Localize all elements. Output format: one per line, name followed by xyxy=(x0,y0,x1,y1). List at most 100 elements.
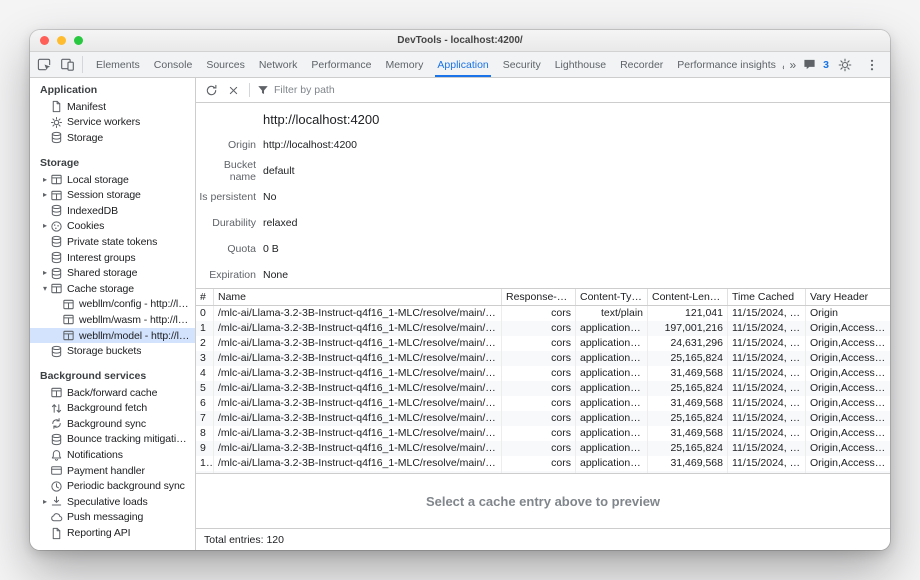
chevron-right-icon[interactable]: ▸ xyxy=(40,498,50,506)
cache-storage-panel: http://localhost:4200 Originhttp://local… xyxy=(196,78,890,550)
column-header-content-type[interactable]: Content-Type xyxy=(576,289,648,305)
inspect-element-icon[interactable] xyxy=(33,55,55,75)
sidebar-item-bounce-tracking-mitigations[interactable]: Bounce tracking mitigations xyxy=(30,432,195,448)
chevron-down-icon[interactable]: ▾ xyxy=(40,285,50,293)
column-header-[interactable]: # xyxy=(196,289,214,305)
table-row[interactable]: 1/mlc-ai/Llama-3.2-3B-Instruct-q4f16_1-M… xyxy=(196,321,890,336)
settings-gear-icon[interactable] xyxy=(834,55,856,75)
kebab-menu-icon[interactable] xyxy=(861,55,883,75)
sidebar-item-webllm-model-http-loc[interactable]: webllm/model - http://loc… xyxy=(30,328,195,344)
sidebar-item-cache-storage[interactable]: ▾ Cache storage xyxy=(30,281,195,297)
delete-selected-icon[interactable] xyxy=(223,80,243,100)
meta-value: None xyxy=(263,269,288,281)
cell-: 8 xyxy=(196,426,214,441)
tab-label: Performance insights xyxy=(677,59,776,71)
chevron-right-icon[interactable]: ▸ xyxy=(40,176,50,184)
cell-name: /mlc-ai/Llama-3.2-3B-Instruct-q4f16_1-ML… xyxy=(214,441,502,456)
sidebar-item-private-state-tokens[interactable]: Private state tokens xyxy=(30,234,195,250)
cell-content-type: application/oc… xyxy=(576,321,648,336)
refresh-icon[interactable] xyxy=(201,80,221,100)
tab-elements[interactable]: Elements xyxy=(89,52,147,77)
filter-control xyxy=(256,80,404,100)
sidebar-item-cookies[interactable]: ▸Cookies xyxy=(30,219,195,235)
card-icon xyxy=(50,464,63,477)
tab-performance[interactable]: Performance xyxy=(304,52,378,77)
cell-content-length: 25,165,824 xyxy=(648,441,728,456)
table-row[interactable]: 3/mlc-ai/Llama-3.2-3B-Instruct-q4f16_1-M… xyxy=(196,351,890,366)
table-row[interactable]: 2/mlc-ai/Llama-3.2-3B-Instruct-q4f16_1-M… xyxy=(196,336,890,351)
tab-performance-insights[interactable]: Performance insights xyxy=(670,52,784,77)
window-titlebar[interactable]: DevTools - localhost:4200/ xyxy=(30,30,890,52)
table-row[interactable]: 0/mlc-ai/Llama-3.2-3B-Instruct-q4f16_1-M… xyxy=(196,306,890,321)
sidebar-item-payment-handler[interactable]: Payment handler xyxy=(30,463,195,479)
sidebar-item-label: Cache storage xyxy=(67,283,134,295)
sidebar-item-notifications[interactable]: Notifications xyxy=(30,447,195,463)
device-toolbar-icon[interactable] xyxy=(56,55,78,75)
tab-label: Memory xyxy=(385,59,423,71)
table-row[interactable]: 10/mlc-ai/Llama-3.2-3B-Instruct-q4f16_1-… xyxy=(196,456,890,471)
tab-security[interactable]: Security xyxy=(496,52,548,77)
chevron-right-icon[interactable]: ▸ xyxy=(40,191,50,199)
tab-memory[interactable]: Memory xyxy=(378,52,430,77)
column-header-response-type[interactable]: Response-Type xyxy=(502,289,576,305)
sidebar-item-storage[interactable]: Storage xyxy=(30,130,195,146)
tab-console[interactable]: Console xyxy=(147,52,200,77)
tab-label: Application xyxy=(437,59,488,71)
table-row[interactable]: 8/mlc-ai/Llama-3.2-3B-Instruct-q4f16_1-M… xyxy=(196,426,890,441)
sidebar-item-local-storage[interactable]: ▸Local storage xyxy=(30,172,195,188)
sidebar-item-webllm-wasm-http-loca[interactable]: webllm/wasm - http://loca… xyxy=(30,312,195,328)
zoom-button[interactable] xyxy=(74,36,83,45)
minimize-button[interactable] xyxy=(57,36,66,45)
sidebar-item-manifest[interactable]: Manifest xyxy=(30,99,195,115)
status-bar: Total entries: 120 xyxy=(196,528,890,550)
updown-icon xyxy=(50,402,63,415)
sidebar-item-speculative-loads[interactable]: ▸Speculative loads xyxy=(30,494,195,510)
more-tabs-button[interactable]: » xyxy=(787,58,798,72)
table-row[interactable]: 7/mlc-ai/Llama-3.2-3B-Instruct-q4f16_1-M… xyxy=(196,411,890,426)
sidebar-item-label: webllm/wasm - http://loca… xyxy=(79,314,192,326)
sidebar-item-session-storage[interactable]: ▸Session storage xyxy=(30,187,195,203)
sidebar-item-service-workers[interactable]: Service workers xyxy=(30,115,195,131)
table-body: 0/mlc-ai/Llama-3.2-3B-Instruct-q4f16_1-M… xyxy=(196,306,890,474)
sidebar-item-background-fetch[interactable]: Background fetch xyxy=(30,401,195,417)
table-row[interactable]: 6/mlc-ai/Llama-3.2-3B-Instruct-q4f16_1-M… xyxy=(196,396,890,411)
table-row[interactable]: 5/mlc-ai/Llama-3.2-3B-Instruct-q4f16_1-M… xyxy=(196,381,890,396)
column-header-name[interactable]: Name xyxy=(214,289,502,305)
toolbar-divider xyxy=(249,83,250,97)
table-icon xyxy=(50,386,63,399)
sidebar-item-push-messaging[interactable]: Push messaging xyxy=(30,510,195,526)
cell-response-type: cors xyxy=(502,321,576,336)
sidebar-item-periodic-background-sync[interactable]: Periodic background sync xyxy=(30,478,195,494)
sidebar-item-label: Reporting API xyxy=(67,527,131,539)
tab-recorder[interactable]: Recorder xyxy=(613,52,670,77)
sidebar-item-label: Notifications xyxy=(67,449,123,461)
sidebar-item-shared-storage[interactable]: ▸Shared storage xyxy=(30,265,195,281)
cell-time-cached: 11/15/2024, 10… xyxy=(728,381,806,396)
column-header-vary-header[interactable]: Vary Header xyxy=(806,289,890,305)
filter-by-path-input[interactable] xyxy=(274,84,404,96)
tab-network[interactable]: Network xyxy=(252,52,305,77)
column-header-time-cached[interactable]: Time Cached xyxy=(728,289,806,305)
sidebar-item-label: Service workers xyxy=(67,116,140,128)
cell-vary-header: Origin,Access… xyxy=(806,336,890,351)
chevron-right-icon[interactable]: ▸ xyxy=(40,222,50,230)
table-row[interactable]: 4/mlc-ai/Llama-3.2-3B-Instruct-q4f16_1-M… xyxy=(196,366,890,381)
sidebar-item-reporting-api[interactable]: Reporting API xyxy=(30,525,195,541)
origin-title: http://localhost:4200 xyxy=(196,103,890,132)
sidebar-item-back-forward-cache[interactable]: Back/forward cache xyxy=(30,385,195,401)
tab-application[interactable]: Application xyxy=(430,52,495,77)
sidebar-item-storage-buckets[interactable]: Storage buckets xyxy=(30,343,195,359)
cell-vary-header: Origin,Access… xyxy=(806,321,890,336)
sidebar-item-background-sync[interactable]: Background sync xyxy=(30,416,195,432)
chevron-right-icon[interactable]: ▸ xyxy=(40,269,50,277)
close-button[interactable] xyxy=(40,36,49,45)
tab-lighthouse[interactable]: Lighthouse xyxy=(548,52,613,77)
issues-badge[interactable]: 3 xyxy=(803,58,829,71)
column-header-content-length[interactable]: Content-Length xyxy=(648,289,728,305)
sidebar-item-interest-groups[interactable]: Interest groups xyxy=(30,250,195,266)
table-row[interactable]: 9/mlc-ai/Llama-3.2-3B-Instruct-q4f16_1-M… xyxy=(196,441,890,456)
sidebar-item-indexeddb[interactable]: IndexedDB xyxy=(30,203,195,219)
tab-sources[interactable]: Sources xyxy=(199,52,252,77)
sidebar-section-background-services: Background services xyxy=(30,368,195,385)
sidebar-item-webllm-config-http-loc[interactable]: webllm/config - http://loc… xyxy=(30,297,195,313)
